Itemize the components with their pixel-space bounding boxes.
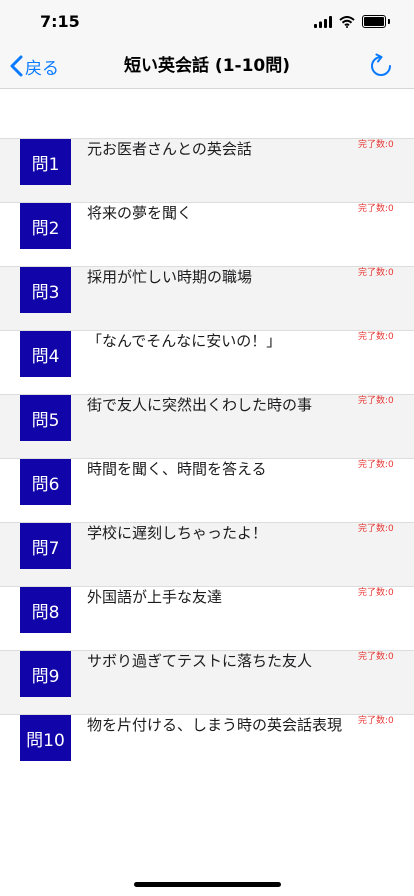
question-list: 問1 元お医者さんとの英会話 完了数:0 問2 将来の夢を聞く 完了数:0 問3… (0, 138, 414, 778)
question-row-5[interactable]: 問5 街で友人に突然出くわした時の事 完了数:0 (0, 394, 414, 458)
question-title: サボり過ぎてテストに落ちた友人 (87, 652, 313, 670)
question-row-4[interactable]: 問4 「なんでそんなに安いの！」 完了数:0 (0, 330, 414, 394)
question-number-badge: 問6 (20, 459, 71, 505)
question-title: 採用が忙しい時期の職場 (87, 268, 253, 286)
completion-count: 完了数:0 (358, 588, 394, 598)
battery-icon (362, 15, 386, 28)
question-title: 「なんでそんなに安いの！」 (87, 332, 282, 350)
question-number-badge: 問8 (20, 587, 71, 633)
question-number-badge: 問9 (20, 651, 71, 697)
home-indicator (134, 882, 281, 887)
question-title: 元お医者さんとの英会話 (87, 140, 252, 158)
wifi-icon (339, 15, 355, 28)
question-title: 街で友人に突然出くわした時の事 (87, 396, 313, 414)
completion-count: 完了数:0 (358, 204, 394, 214)
question-row-9[interactable]: 問9 サボり過ぎてテストに落ちた友人 完了数:0 (0, 650, 414, 714)
question-number-badge: 問3 (20, 267, 71, 313)
question-number-badge: 問2 (20, 203, 71, 249)
refresh-icon[interactable] (368, 53, 394, 79)
navigation-bar: 戻る 短い英会話 (1-10問) (0, 44, 414, 89)
question-number-badge: 問5 (20, 395, 71, 441)
completion-count: 完了数:0 (358, 332, 394, 342)
list-header-spacer (0, 89, 414, 138)
completion-count: 完了数:0 (358, 716, 394, 726)
completion-count: 完了数:0 (358, 268, 394, 278)
question-row-3[interactable]: 問3 採用が忙しい時期の職場 完了数:0 (0, 266, 414, 330)
question-row-2[interactable]: 問2 将来の夢を聞く 完了数:0 (0, 202, 414, 266)
question-title: 物を片付ける、しまう時の英会話表現 (87, 716, 343, 734)
question-title: 将来の夢を聞く (87, 204, 193, 222)
status-time: 7:15 (40, 12, 80, 31)
question-row-8[interactable]: 問8 外国語が上手な友達 完了数:0 (0, 586, 414, 650)
completion-count: 完了数:0 (358, 524, 394, 534)
question-title: 時間を聞く、時間を答える (87, 460, 267, 478)
question-row-10[interactable]: 問10 物を片付ける、しまう時の英会話表現 完了数:0 (0, 714, 414, 778)
signal-icon (314, 15, 332, 28)
status-icons (314, 15, 390, 28)
question-row-6[interactable]: 問6 時間を聞く、時間を答える 完了数:0 (0, 458, 414, 522)
completion-count: 完了数:0 (358, 652, 394, 662)
battery-tip (388, 19, 390, 24)
question-row-1[interactable]: 問1 元お医者さんとの英会話 完了数:0 (0, 138, 414, 202)
completion-count: 完了数:0 (358, 396, 394, 406)
completion-count: 完了数:0 (358, 140, 394, 150)
question-number-badge: 問1 (20, 139, 71, 185)
completion-count: 完了数:0 (358, 460, 394, 470)
status-bar: 7:15 (0, 0, 414, 44)
question-title: 学校に遅刻しちゃったよ！ (87, 524, 268, 542)
question-number-badge: 問10 (20, 715, 71, 761)
question-title: 外国語が上手な友達 (87, 588, 223, 606)
question-row-7[interactable]: 問7 学校に遅刻しちゃったよ！ 完了数:0 (0, 522, 414, 586)
question-number-badge: 問7 (20, 523, 71, 569)
question-number-badge: 問4 (20, 331, 71, 377)
page-title: 短い英会話 (1-10問) (124, 56, 290, 76)
